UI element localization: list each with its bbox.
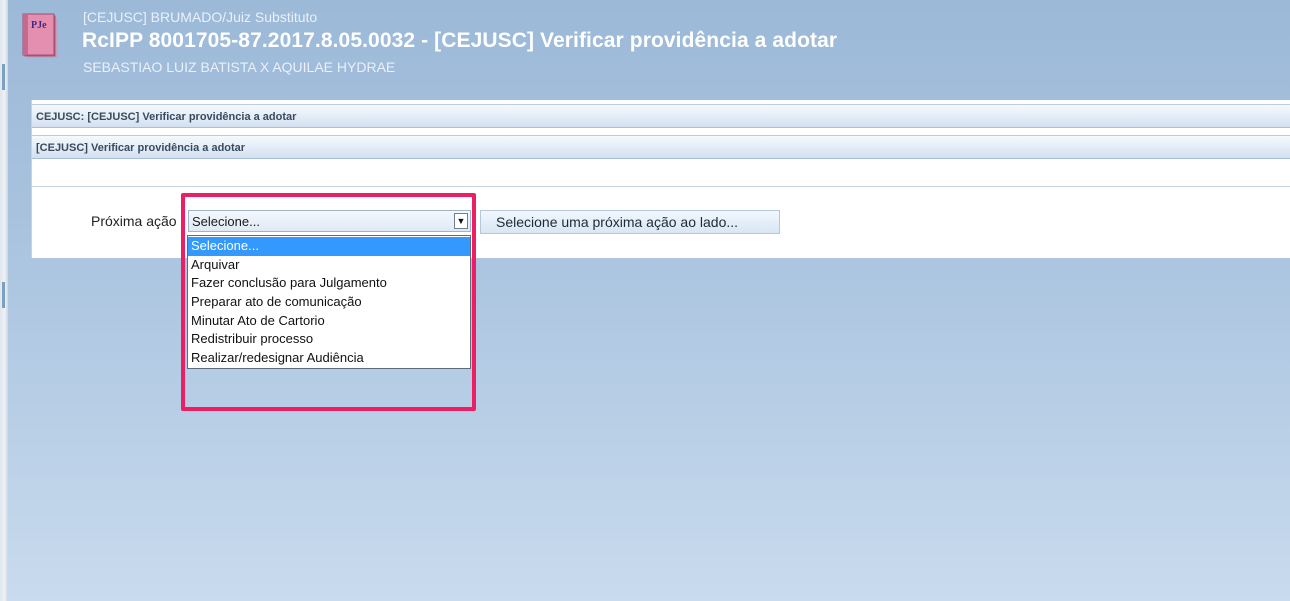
- edge-marker: [2, 64, 5, 90]
- next-action-dropdown-list: Selecione... Arquivar Fazer conclusão pa…: [187, 235, 471, 369]
- subsection-header: [CEJUSC] Verificar providência a adotar: [32, 135, 1290, 159]
- next-action-select[interactable]: Selecione... ▼: [188, 210, 471, 232]
- option-arquivar[interactable]: Arquivar: [188, 256, 470, 275]
- window-left-edge: [0, 0, 8, 601]
- section-header: CEJUSC: [CEJUSC] Verificar providência a…: [32, 104, 1290, 128]
- option-fazer-conclusao[interactable]: Fazer conclusão para Julgamento: [188, 274, 470, 293]
- pje-logo-icon: PJe: [22, 4, 66, 84]
- process-header: PJe [CEJUSC] BRUMADO/Juiz Substituto RcI…: [18, 0, 1290, 90]
- page-title: RcIPP 8001705-87.2017.8.05.0032 - [CEJUS…: [82, 29, 838, 52]
- option-preparar-ato[interactable]: Preparar ato de comunicação: [188, 293, 470, 312]
- option-minutar-ato[interactable]: Minutar Ato de Cartorio: [188, 312, 470, 331]
- option-redistribuir[interactable]: Redistribuir processo: [188, 330, 470, 349]
- pje-logo-text: PJe: [31, 20, 47, 31]
- option-realizar-audiencia[interactable]: Realizar/redesignar Audiência: [188, 349, 470, 368]
- parties-text: SEBASTIAO LUIZ BATISTA X AQUILAE HYDRAE: [83, 59, 396, 75]
- next-action-select-value: Selecione...: [192, 214, 260, 229]
- next-action-label: Próxima ação: [91, 213, 177, 229]
- court-subtitle: [CEJUSC] BRUMADO/Juiz Substituto: [83, 9, 318, 25]
- next-action-button[interactable]: Selecione uma próxima ação ao lado...: [480, 210, 780, 234]
- dropdown-arrow-icon[interactable]: ▼: [454, 213, 468, 229]
- panel-divider: [32, 186, 1290, 187]
- option-selecione[interactable]: Selecione...: [188, 237, 470, 256]
- edge-marker: [2, 282, 5, 308]
